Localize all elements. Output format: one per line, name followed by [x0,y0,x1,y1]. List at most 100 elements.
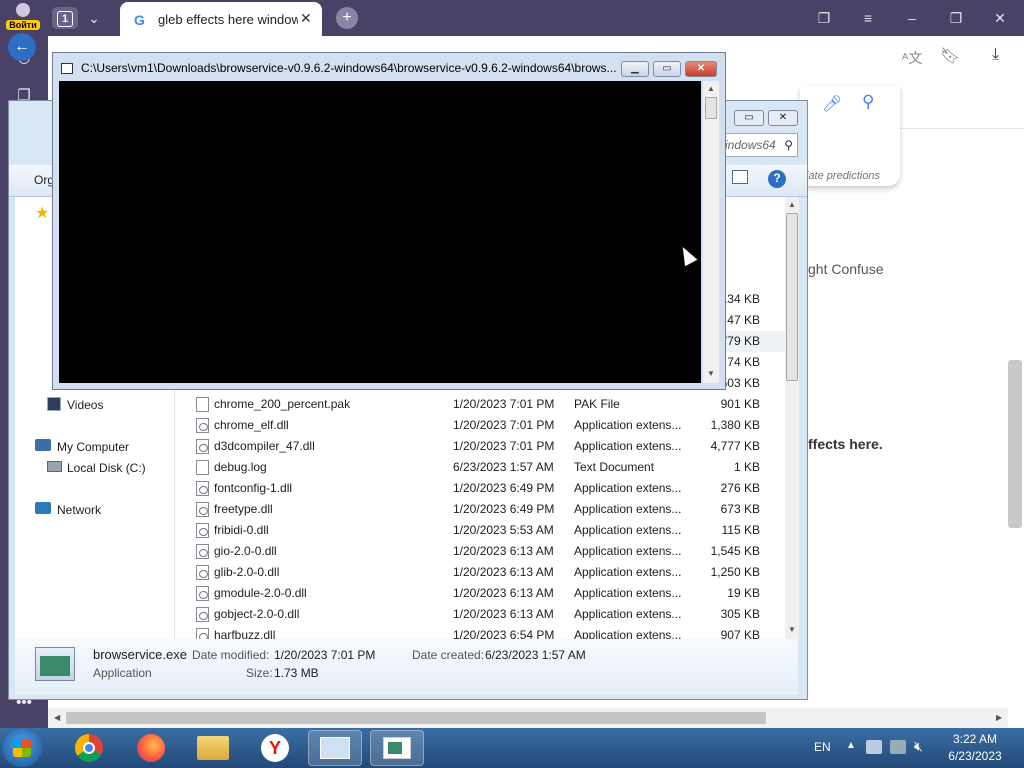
start-button[interactable] [2,729,42,767]
file-date: 1/20/2023 6:13 AM [453,607,554,621]
taskbar-console[interactable] [370,730,424,766]
tab-active[interactable]: G gleb effects here windows ✕ [120,2,322,36]
show-hidden-icons[interactable]: ▲ [846,740,856,751]
taskbar-chrome[interactable] [62,730,116,766]
file-type: Application extens... [574,586,682,600]
scroll-down-icon[interactable]: ▼ [707,369,715,378]
control-panel-icon [320,737,350,759]
explorer-maximize-button[interactable]: ▭ [734,110,764,126]
details-created-value: 6/23/2023 1:57 AM [485,648,586,662]
console-scrollbar[interactable]: ▲ ▼ [703,81,719,383]
file-size: 276 KB [720,481,760,495]
file-name: chrome_200_percent.pak [214,397,351,411]
volume-muted-icon[interactable]: 🔇︎ [914,738,923,755]
collections-icon[interactable]: ❐ [814,8,834,28]
details-modified-value: 1/20/2023 7:01 PM [274,648,376,662]
file-name: freetype.dll [214,502,273,516]
table-row[interactable]: debug.log 6/23/2023 1:57 AM Text Document 1… [175,457,785,478]
file-type: PAK File [574,397,620,411]
taskbar-firefox[interactable] [124,730,178,766]
table-row[interactable]: chrome_200_percent.pak 1/20/2023 7:01 PM P… [175,394,785,415]
network-tray-icon[interactable] [890,740,906,754]
computer-icon [35,439,51,451]
file-type: Application extens... [574,481,682,495]
scroll-left-icon[interactable]: ◀ [54,713,60,722]
file-type: Application extens... [574,523,682,537]
file-size: 115 KB [721,523,760,537]
table-row[interactable]: freetype.dll 1/20/2023 6:49 PM Application… [175,499,785,520]
application-window-icon [383,737,411,759]
clock-time: 3:22 AM [952,732,998,746]
table-row[interactable]: d3dcompiler_47.dll 1/20/2023 7:01 PM Appli… [175,436,785,457]
taskbar-explorer[interactable] [186,730,240,766]
nav-item-my-computer[interactable]: My Computer [57,440,129,454]
organize-button[interactable]: Org [34,173,54,187]
scroll-up-icon[interactable]: ▲ [707,84,715,93]
file-list-scrollbar[interactable]: ▲ ▼ [785,197,799,639]
nav-item-videos[interactable]: Videos [67,398,103,412]
restore-icon[interactable]: ❐ [946,8,966,28]
tab-counter-button[interactable]: 1 [52,7,78,29]
search-placeholder: indows64 [725,138,776,152]
file-size: 1,250 KB [710,565,760,579]
language-indicator[interactable]: EN [814,740,831,754]
search-icon[interactable]: ⚲ [862,92,874,112]
menu-icon[interactable]: ≡ [858,8,878,28]
console-maximize-button[interactable]: ▭ [653,61,681,77]
translate-icon[interactable]: ᴬ文 [902,48,922,68]
file-date: 1/20/2023 6:13 AM [453,565,554,579]
file-date: 1/20/2023 5:53 AM [453,523,554,537]
download-icon[interactable]: ⤓ [992,46,999,64]
clock[interactable]: 3:22 AM 6/23/2023 [938,731,1012,765]
new-tab-button[interactable]: + [336,7,358,29]
file-name: glib-2.0-0.dll [214,565,280,579]
nav-item-local-disk[interactable]: Local Disk (C:) [67,461,146,475]
preview-pane-icon[interactable] [732,170,748,184]
explorer-close-button[interactable]: ✕ [768,110,798,126]
minimize-icon[interactable]: – [902,8,922,28]
file-date: 1/20/2023 7:01 PM [453,418,555,432]
close-icon[interactable]: ✕ [990,8,1010,28]
scroll-down-icon[interactable]: ▼ [788,625,796,634]
console-close-button[interactable]: ✕ [685,61,717,77]
chevron-down-icon[interactable]: ⌄ [84,8,104,28]
table-row[interactable]: chrome_elf.dll 1/20/2023 7:01 PM Applicati… [175,415,785,436]
console-minimize-button[interactable]: ▁ [621,61,649,77]
scroll-thumb[interactable] [66,712,766,724]
action-center-icon[interactable] [866,740,882,754]
scroll-thumb[interactable] [705,97,717,119]
nav-item-network[interactable]: Network [57,503,101,517]
bookmark-icon[interactable]: 🔖︎ [940,46,960,66]
tab-count: 1 [57,11,73,27]
microphone-icon[interactable]: 🎤︎ [822,94,842,114]
console-output[interactable] [59,81,701,383]
file-size: 305 KB [720,607,760,621]
file-type: Text Document [574,460,655,474]
tab-close-icon[interactable]: ✕ [300,10,312,27]
scroll-thumb[interactable] [786,213,798,381]
scroll-right-icon[interactable]: ▶ [996,713,1002,722]
page-horizontal-scrollbar[interactable]: ◀ ▶ [48,708,1008,728]
login-button[interactable]: Войти [6,3,40,33]
table-row[interactable]: fontconfig-1.dll 1/20/2023 6:49 PM Applica… [175,478,785,499]
network-icon [35,502,51,514]
page-scrollbar[interactable] [1008,360,1022,528]
file-type: Application extens... [574,502,682,516]
taskbar-yandex[interactable]: Y [248,730,302,766]
taskbar-control-panel[interactable] [308,730,362,766]
back-button[interactable]: ← [8,33,36,61]
table-row[interactable]: gobject-2.0-0.dll 1/20/2023 6:13 AM Applic… [175,604,785,625]
table-row[interactable]: gmodule-2.0-0.dll 1/20/2023 6:13 AM Applic… [175,583,785,604]
file-name: chrome_elf.dll [214,418,289,432]
help-icon[interactable]: ? [768,170,786,188]
file-size: 673 KB [720,502,760,516]
details-size-value: 1.73 MB [274,666,319,680]
table-row[interactable]: fribidi-0.dll 1/20/2023 5:53 AM Applicatio… [175,520,785,541]
table-row[interactable]: glib-2.0-0.dll 1/20/2023 6:13 AM Applicati… [175,562,785,583]
page-text-1: ght Confuse [808,261,884,277]
file-name: fribidi-0.dll [214,523,269,537]
application-icon [35,647,75,681]
folder-icon [197,736,229,760]
table-row[interactable]: gio-2.0-0.dll 1/20/2023 6:13 AM Applicatio… [175,541,785,562]
scroll-up-icon[interactable]: ▲ [788,200,796,209]
